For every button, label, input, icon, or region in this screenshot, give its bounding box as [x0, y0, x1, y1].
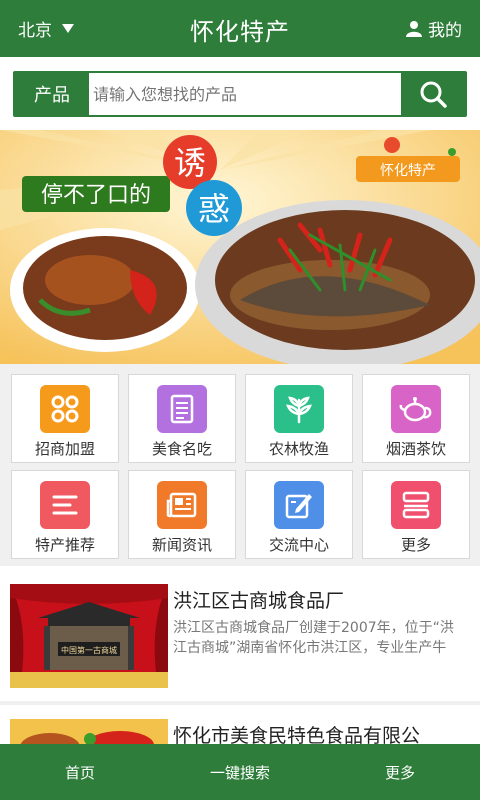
bottom-nav: 首页 一键搜索 更多	[0, 744, 480, 800]
search-icon	[420, 81, 447, 108]
document-icon	[157, 385, 207, 433]
listing-title[interactable]: 怀化市美食民特色食品有限公	[173, 721, 472, 744]
nav-quick-search[interactable]: 一键搜索	[160, 744, 320, 800]
banner-slogan: 停不了口的	[41, 183, 151, 208]
category-label: 招商加盟	[34, 440, 95, 458]
category-label: 特产推荐	[34, 536, 95, 554]
category-community[interactable]: 交流中心	[245, 470, 353, 559]
category-label: 农林牧渔	[268, 440, 329, 458]
newspaper-icon	[157, 481, 207, 529]
search-section: 产品	[0, 57, 480, 130]
category-label: 新闻资讯	[151, 536, 212, 554]
banner-char-2: 惑	[198, 190, 230, 228]
promo-banner[interactable]: 停不了口的 诱 惑 怀化特产	[0, 130, 480, 364]
search-bar: 产品	[13, 71, 467, 117]
category-more[interactable]: 更多	[362, 470, 470, 559]
nav-more[interactable]: 更多	[320, 744, 480, 800]
category-label: 美食名吃	[151, 440, 212, 458]
listing-thumbnail	[10, 719, 168, 744]
leaf-icon	[274, 385, 324, 433]
category-join[interactable]: 招商加盟	[11, 374, 119, 463]
banner-brand-tag: 怀化特产	[380, 163, 436, 179]
listing-description: 洪江区古商城食品厂创建于2007年，位于“洪江古商城”湖南省怀化市洪江区，专业生…	[173, 620, 454, 656]
clover-icon	[40, 385, 90, 433]
nav-home[interactable]: 首页	[0, 744, 160, 800]
category-agriculture[interactable]: 农林牧渔	[245, 374, 353, 463]
listing-thumbnail: 中国第一古商城	[10, 584, 168, 688]
banner-char-1: 诱	[174, 144, 206, 182]
search-button[interactable]	[401, 73, 465, 115]
list-item[interactable]: 中国第一古商城 洪江区古商城食品厂 洪江区古商城食品厂创建于2007年，位于“洪…	[0, 566, 480, 701]
category-grid: 招商加盟 美食名吃 农林牧渔 烟酒茶饮 特产推荐 新闻资讯 交流中心 更多	[0, 364, 480, 566]
search-input[interactable]	[89, 73, 401, 115]
category-label: 更多	[400, 536, 431, 554]
user-icon	[406, 21, 422, 37]
lines-icon	[40, 481, 90, 529]
category-label: 烟酒茶饮	[385, 440, 446, 458]
edit-icon	[274, 481, 324, 529]
search-category[interactable]: 产品	[15, 73, 89, 115]
stack-icon	[391, 481, 441, 529]
category-food[interactable]: 美食名吃	[128, 374, 236, 463]
teapot-icon	[391, 385, 441, 433]
listing-sign-text: 中国第一古商城	[61, 645, 117, 655]
my-account-label: 我的	[428, 21, 462, 41]
category-label: 交流中心	[268, 536, 329, 554]
category-drinks[interactable]: 烟酒茶饮	[362, 374, 470, 463]
category-specialty[interactable]: 特产推荐	[11, 470, 119, 559]
list-item[interactable]: 怀化市美食民特色食品有限公	[0, 705, 480, 744]
listing-title[interactable]: 洪江区古商城食品厂	[173, 586, 472, 613]
banner-image: 停不了口的 诱 惑 怀化特产	[0, 130, 480, 364]
my-account-button[interactable]: 我的	[406, 16, 462, 41]
top-bar: 北京 怀化特产 我的	[0, 0, 480, 57]
category-news[interactable]: 新闻资讯	[128, 470, 236, 559]
